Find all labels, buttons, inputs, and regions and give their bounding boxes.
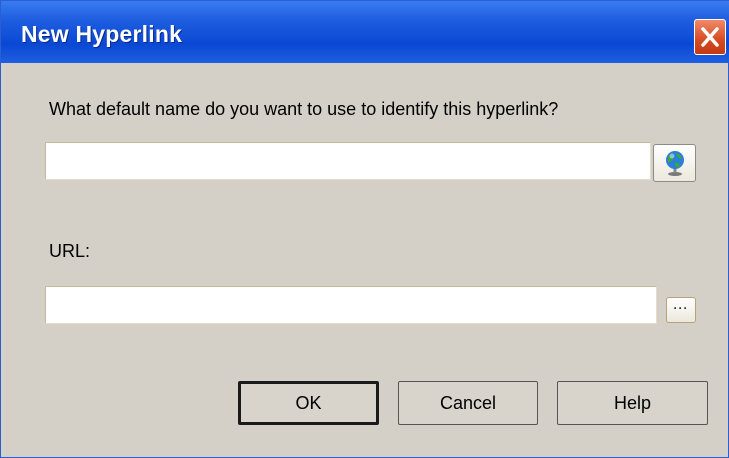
url-input[interactable] [45, 286, 657, 324]
browse-button[interactable]: ··· [666, 297, 696, 323]
dialog-title: New Hyperlink [21, 21, 183, 47]
globe-button[interactable] [653, 144, 696, 182]
globe-icon [665, 151, 684, 176]
new-hyperlink-dialog: New Hyperlink What default name do you w… [0, 0, 729, 458]
close-button[interactable] [694, 19, 726, 55]
title-bar[interactable]: New Hyperlink [1, 1, 729, 63]
ok-button[interactable]: OK [238, 381, 379, 425]
help-button[interactable]: Help [557, 381, 708, 425]
hyperlink-name-input[interactable] [45, 142, 651, 180]
cancel-button[interactable]: Cancel [398, 381, 538, 425]
ellipsis-icon: ··· [673, 301, 689, 315]
hyperlink-name-prompt: What default name do you want to use to … [49, 99, 559, 119]
close-icon [701, 27, 719, 47]
url-label: URL: [49, 241, 91, 261]
